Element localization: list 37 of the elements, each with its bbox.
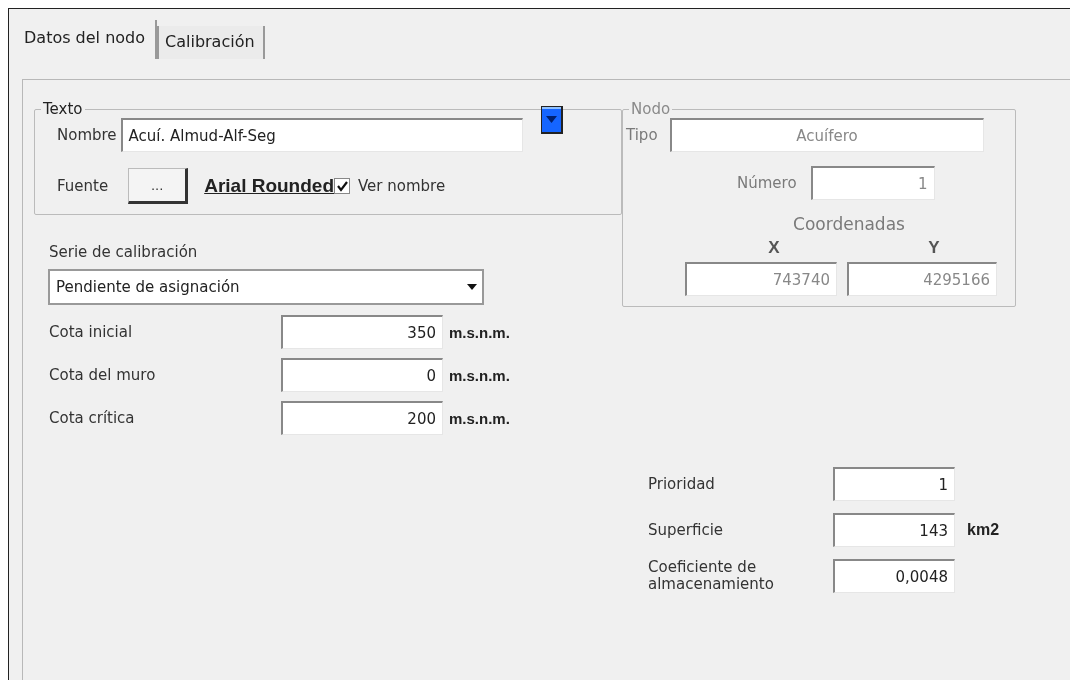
field-label: Fuente	[57, 177, 109, 195]
value-field[interactable]: 0	[281, 358, 443, 392]
caret-icon	[466, 283, 478, 291]
group-title: Nodo	[630, 100, 672, 118]
value-field[interactable]: 350	[281, 315, 443, 349]
field-label: Tipo	[626, 126, 658, 144]
field-label: Prioridad	[648, 475, 716, 493]
value-field[interactable]: 200	[281, 401, 443, 435]
unit-label: m.s.n.m.	[449, 323, 510, 341]
series-dropdown[interactable]: Pendiente de asignación	[48, 269, 484, 305]
value-field[interactable]: 143	[833, 513, 955, 547]
tab[interactable]: Calibración	[157, 26, 265, 59]
field-label: Superficie	[648, 521, 725, 539]
field-label: Nombre	[57, 126, 117, 144]
group-title: Texto	[42, 100, 84, 118]
checkbox-label: Ver nombre	[358, 177, 446, 195]
value-field[interactable]: 1	[833, 467, 955, 501]
field-label: Número	[737, 174, 797, 192]
name-field[interactable]: Acuí. Almud-Alf-Seg	[120, 118, 523, 152]
field-label: Cota del muro	[49, 366, 157, 384]
field-label: Cota crítica	[49, 409, 136, 427]
font-button[interactable]: ...	[128, 168, 189, 204]
field-label: Serie de calibración	[49, 243, 199, 261]
axis-label: Y	[928, 238, 940, 258]
unit-label: m.s.n.m.	[449, 409, 510, 427]
value-field[interactable]: 0,0048	[833, 559, 955, 593]
dropdown-icon[interactable]	[540, 106, 563, 134]
tab[interactable]: Datos del nodo	[22, 20, 157, 59]
field-label: Coeficiente de almacenamiento	[648, 559, 775, 593]
checkbox[interactable]	[334, 178, 350, 194]
field-label: Cota inicial	[49, 323, 134, 341]
check-icon	[336, 180, 348, 192]
axis-label: X	[768, 238, 780, 258]
unit-label: km2	[967, 521, 1000, 539]
unit-label: m.s.n.m.	[449, 366, 510, 384]
font-name: Arial Rounded	[204, 175, 334, 197]
coordinates-label: Coordenadas	[793, 214, 905, 234]
